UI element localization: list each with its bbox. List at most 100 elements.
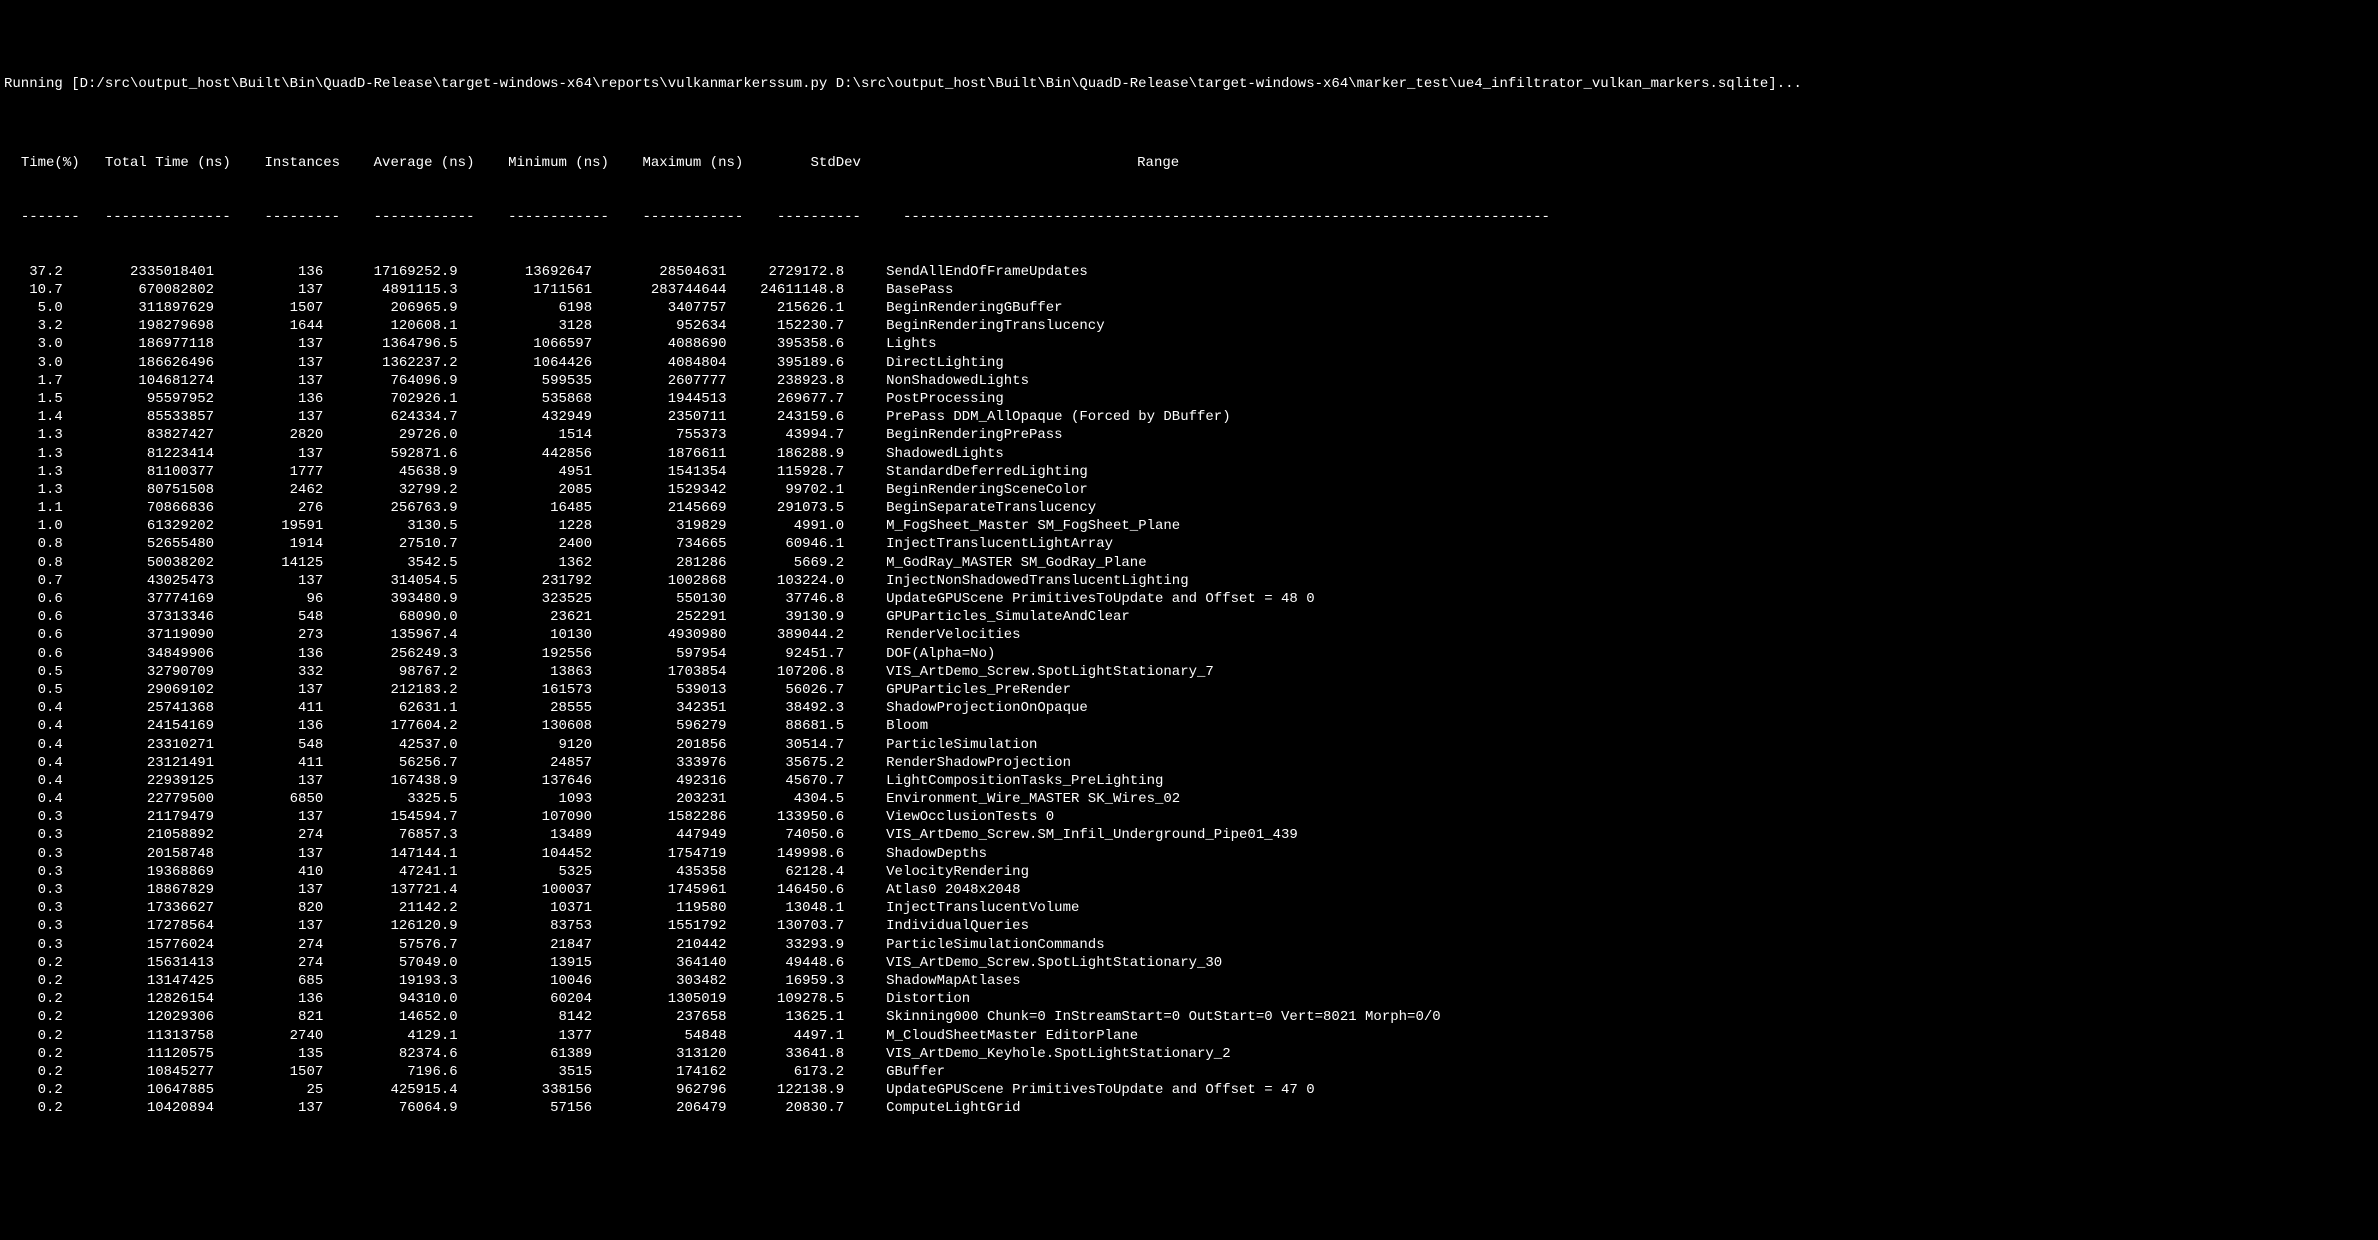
cell-average: 147144.1	[340, 845, 458, 863]
divider: ---------	[248, 208, 340, 226]
cell-stddev: 243159.6	[743, 408, 844, 426]
cell-minimum: 1093	[474, 790, 592, 808]
cell-minimum: 1377	[474, 1027, 592, 1045]
cell-maximum: 28504631	[609, 263, 727, 281]
cell-stddev: 4304.5	[743, 790, 844, 808]
cell-time-pct: 1.3	[4, 445, 63, 463]
cell-time-pct: 0.6	[4, 626, 63, 644]
cell-time-pct: 5.0	[4, 299, 63, 317]
cell-average: 98767.2	[340, 663, 458, 681]
cell-range: M_GodRay_MASTER SM_GodRay_Plane	[861, 554, 1147, 572]
cell-average: 425915.4	[340, 1081, 458, 1099]
cell-instances: 137	[231, 445, 323, 463]
cell-total-time: 25741368	[80, 699, 214, 717]
cell-stddev: 107206.8	[743, 663, 844, 681]
cell-stddev: 33293.9	[743, 936, 844, 954]
cell-instances: 137	[231, 681, 323, 699]
cell-time-pct: 0.3	[4, 881, 63, 899]
cell-instances: 137	[231, 408, 323, 426]
divider: ------------	[491, 208, 609, 226]
cell-minimum: 100037	[474, 881, 592, 899]
cell-range: Lights	[861, 335, 937, 353]
cell-time-pct: 1.3	[4, 463, 63, 481]
cell-range: RenderVelocities	[861, 626, 1021, 644]
table-row: 0.4 25741368 411 62631.1 28555 342351 38…	[4, 699, 2374, 717]
cell-instances: 2740	[231, 1027, 323, 1045]
cell-instances: 1914	[231, 535, 323, 553]
cell-maximum: 597954	[609, 645, 727, 663]
cell-maximum: 319829	[609, 517, 727, 535]
cell-instances: 1507	[231, 299, 323, 317]
cell-stddev: 5669.2	[743, 554, 844, 572]
cell-time-pct: 0.2	[4, 1063, 63, 1081]
cell-range: ParticleSimulationCommands	[861, 936, 1105, 954]
cell-maximum: 734665	[609, 535, 727, 553]
cell-instances: 137	[231, 335, 323, 353]
cell-stddev: 62128.4	[743, 863, 844, 881]
cell-average: 624334.7	[340, 408, 458, 426]
cell-minimum: 23621	[474, 608, 592, 626]
cell-time-pct: 0.2	[4, 972, 63, 990]
cell-instances: 1777	[231, 463, 323, 481]
cell-maximum: 3407757	[609, 299, 727, 317]
cell-time-pct: 0.6	[4, 645, 63, 663]
cell-maximum: 1002868	[609, 572, 727, 590]
divider: ---------------	[96, 208, 230, 226]
cell-maximum: 962796	[609, 1081, 727, 1099]
running-command-line: Running [D:/src\output_host\Built\Bin\Qu…	[4, 75, 2374, 93]
cell-average: 68090.0	[340, 608, 458, 626]
cell-total-time: 81223414	[80, 445, 214, 463]
cell-time-pct: 0.5	[4, 681, 63, 699]
cell-total-time: 21179479	[80, 808, 214, 826]
cell-average: 256763.9	[340, 499, 458, 517]
cell-range: Skinning000 Chunk=0 InStreamStart=0 OutS…	[861, 1008, 1441, 1026]
cell-maximum: 4088690	[609, 335, 727, 353]
cell-range: LightCompositionTasks_PreLighting	[861, 772, 1163, 790]
col-average: Average (ns)	[357, 154, 475, 172]
table-row: 0.3 18867829 137 137721.4 100037 1745961…	[4, 881, 2374, 899]
cell-minimum: 6198	[474, 299, 592, 317]
cell-average: 135967.4	[340, 626, 458, 644]
cell-average: 76064.9	[340, 1099, 458, 1117]
cell-time-pct: 0.2	[4, 1008, 63, 1026]
cell-instances: 548	[231, 736, 323, 754]
table-row: 0.6 37313346 548 68090.0 23621 252291 39…	[4, 608, 2374, 626]
cell-stddev: 13625.1	[743, 1008, 844, 1026]
cell-time-pct: 0.3	[4, 899, 63, 917]
cell-total-time: 186977118	[80, 335, 214, 353]
cell-total-time: 52655480	[80, 535, 214, 553]
cell-instances: 96	[231, 590, 323, 608]
cell-total-time: 17336627	[80, 899, 214, 917]
cell-total-time: 10420894	[80, 1099, 214, 1117]
cell-instances: 6850	[231, 790, 323, 808]
cell-maximum: 952634	[609, 317, 727, 335]
cell-minimum: 104452	[474, 845, 592, 863]
cell-average: 764096.9	[340, 372, 458, 390]
cell-average: 32799.2	[340, 481, 458, 499]
cell-minimum: 161573	[474, 681, 592, 699]
cell-time-pct: 0.3	[4, 845, 63, 863]
cell-time-pct: 3.0	[4, 335, 63, 353]
cell-average: 4129.1	[340, 1027, 458, 1045]
table-row: 1.3 83827427 2820 29726.0 1514 755373 43…	[4, 426, 2374, 444]
cell-instances: 136	[231, 263, 323, 281]
cell-range: BeginRenderingSceneColor	[861, 481, 1088, 499]
cell-average: 76857.3	[340, 826, 458, 844]
cell-maximum: 1703854	[609, 663, 727, 681]
table-row: 3.0 186977118 137 1364796.5 1066597 4088…	[4, 335, 2374, 353]
cell-minimum: 57156	[474, 1099, 592, 1117]
cell-average: 19193.3	[340, 972, 458, 990]
cell-minimum: 28555	[474, 699, 592, 717]
cell-range: ShadowDepths	[861, 845, 987, 863]
divider: -------	[21, 208, 80, 226]
cell-maximum: 755373	[609, 426, 727, 444]
cell-time-pct: 0.4	[4, 790, 63, 808]
cell-minimum: 1711561	[474, 281, 592, 299]
cell-average: 27510.7	[340, 535, 458, 553]
cell-total-time: 15631413	[80, 954, 214, 972]
cell-average: 57576.7	[340, 936, 458, 954]
cell-total-time: 10647885	[80, 1081, 214, 1099]
cell-total-time: 37774169	[80, 590, 214, 608]
cell-total-time: 13147425	[80, 972, 214, 990]
cell-average: 393480.9	[340, 590, 458, 608]
